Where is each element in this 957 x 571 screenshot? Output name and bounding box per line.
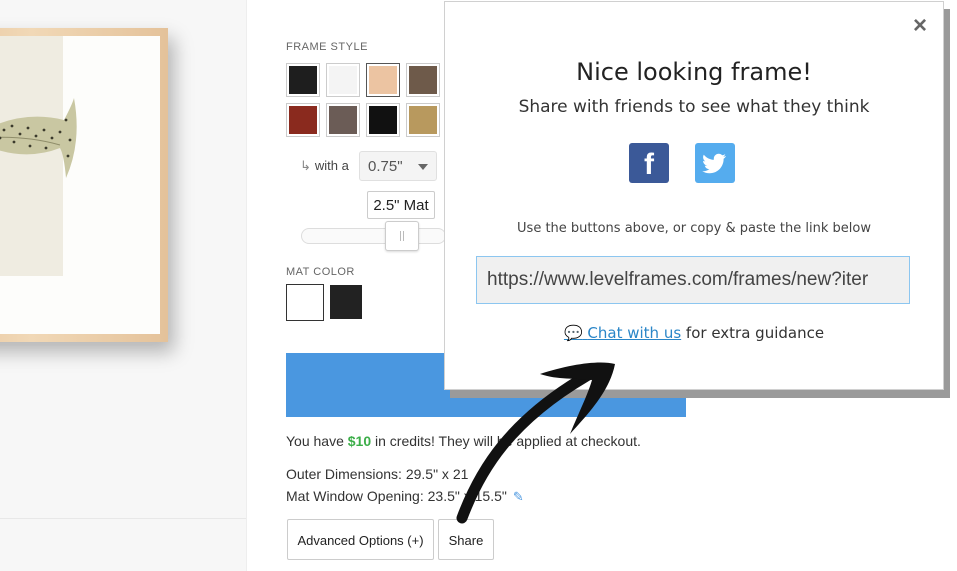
frame-swatch-gold[interactable]: [406, 103, 440, 137]
frame-swatch-color: [289, 106, 317, 134]
frame-swatch-white[interactable]: [326, 63, 360, 97]
chat-link-label: Chat with us: [587, 324, 682, 342]
sub-option-arrow-icon: ↳: [300, 158, 311, 173]
pointer-arrow-icon: [456, 362, 615, 524]
share-link-field[interactable]: [476, 256, 910, 304]
share-instructions: Use the buttons above, or copy & paste t…: [517, 221, 871, 236]
mat-size-row: ↳ with a: [300, 158, 349, 174]
facebook-icon: f: [644, 148, 654, 181]
mat-board: [0, 36, 160, 334]
with-a-label: with a: [314, 158, 349, 173]
mat-size-slider-track[interactable]: [301, 228, 446, 244]
frame-swatch-color: [329, 66, 357, 94]
frame-swatch-black-gloss[interactable]: [366, 103, 400, 137]
mat-size-select-value: 0.75": [368, 158, 403, 175]
chat-prompt: 💬 Chat with us for extra guidance: [445, 324, 943, 342]
mat-size-value: 2.5" Mat: [367, 191, 435, 219]
mat-size-select[interactable]: 0.75": [359, 151, 437, 181]
frame-swatch-driftwood[interactable]: [326, 103, 360, 137]
close-icon[interactable]: ×: [913, 12, 927, 40]
print-image: [0, 36, 77, 276]
divider: [0, 518, 246, 519]
advanced-options-button[interactable]: Advanced Options (+): [287, 519, 434, 560]
twitter-icon: [702, 153, 726, 174]
caret-down-icon: [418, 164, 428, 170]
divider: [246, 0, 247, 571]
mat-color-label: MAT COLOR: [286, 266, 355, 278]
frame-swatch-natural-maple[interactable]: [366, 63, 400, 97]
frame-swatch-black[interactable]: [286, 63, 320, 97]
credits-amount: $10: [347, 433, 372, 449]
frame-swatch-color: [409, 106, 437, 134]
mat-size-slider-handle[interactable]: [385, 221, 419, 251]
frame-style-label: FRAME STYLE: [286, 41, 368, 53]
grip-icon: [400, 231, 404, 241]
artwork-preview: [0, 0, 246, 571]
fish-illustration: [0, 98, 77, 178]
framed-print: [0, 28, 168, 342]
mat-color-swatch-black[interactable]: [330, 285, 362, 319]
facebook-share-button[interactable]: f: [629, 143, 669, 183]
frame-swatch-color: [369, 66, 397, 94]
modal-title: Nice looking frame!: [576, 58, 812, 86]
credits-prefix: You have: [286, 433, 348, 449]
frame-swatch-red-mahogany[interactable]: [286, 103, 320, 137]
frame-swatch-color: [289, 66, 317, 94]
frame-swatch-walnut[interactable]: [406, 63, 440, 97]
frame-swatch-color: [369, 106, 397, 134]
mat-color-swatch-white[interactable]: [286, 284, 324, 321]
frame-swatch-color: [329, 106, 357, 134]
share-modal: × Nice looking frame! Share with friends…: [444, 1, 944, 390]
chat-with-us-link[interactable]: 💬 Chat with us: [564, 324, 681, 342]
twitter-share-button[interactable]: [695, 143, 735, 183]
chat-suffix: for extra guidance: [681, 324, 825, 342]
modal-subtitle: Share with friends to see what they thin…: [518, 97, 870, 117]
frame-swatch-color: [409, 66, 437, 94]
chat-bubble-icon: 💬: [563, 324, 583, 342]
